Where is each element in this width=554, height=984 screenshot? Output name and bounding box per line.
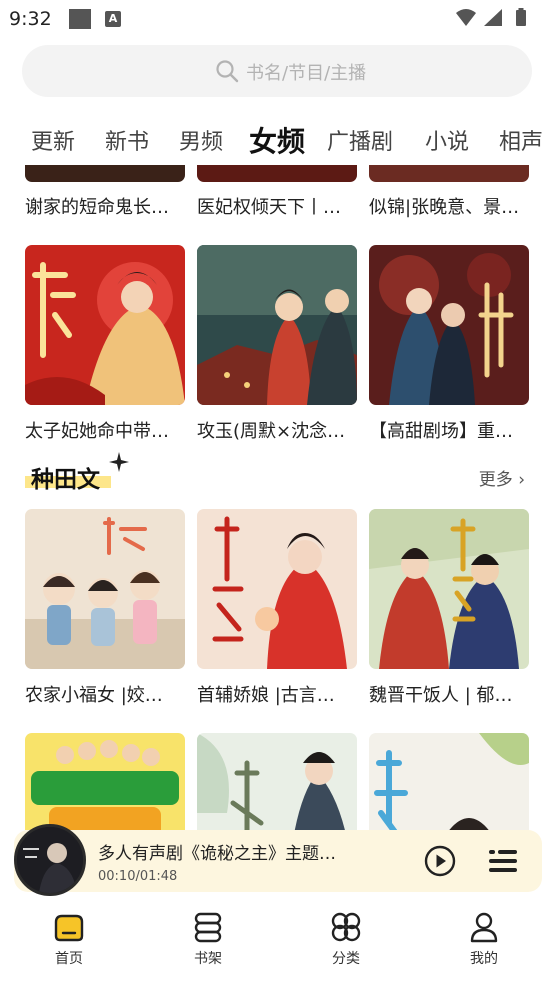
content-feed: 谢家的短命鬼长… 医妃权倾天下丨… 似锦|张晚意、景… 太子妃她命中带… 攻玉(… (0, 165, 554, 830)
book-title: 魏晋干饭人 | 郁… (369, 685, 513, 706)
nav-label: 书架 (194, 951, 222, 967)
tab-crosstalk[interactable]: 相声 (499, 124, 543, 156)
book-title: 首辅娇娘 |古言… (197, 685, 335, 706)
wifi-icon (456, 9, 476, 26)
book-card[interactable] (197, 733, 357, 830)
nav-home[interactable]: 首页 (29, 910, 109, 968)
search-placeholder: 书名/节目/主播 (246, 63, 367, 84)
search-icon (215, 59, 239, 87)
playlist-icon[interactable] (489, 848, 517, 878)
tab-radio-drama[interactable]: 广播剧 (327, 124, 393, 156)
book-card[interactable]: 魏晋干饭人 | 郁… (369, 509, 529, 707)
more-link[interactable]: 更多 › (479, 465, 525, 490)
book-cover[interactable] (369, 509, 529, 669)
notification-icon (69, 9, 91, 29)
section-title: 种田文 (31, 467, 100, 493)
battery-icon (516, 8, 526, 26)
book-card[interactable]: 首辅娇娘 |古言… (197, 509, 357, 707)
book-cover[interactable] (25, 733, 185, 830)
book-cover[interactable] (197, 165, 357, 182)
player-cover-art[interactable] (14, 824, 86, 896)
nav-bookshelf[interactable]: 书架 (168, 910, 248, 968)
nav-label: 我的 (470, 951, 498, 967)
book-card[interactable]: 农家小福女 |姣… (25, 509, 185, 707)
player-time: 00:10/01:48 (98, 869, 178, 884)
search-bar[interactable]: 书名/节目/主播 (22, 45, 532, 97)
book-cover[interactable] (197, 509, 357, 669)
status-time: 9:32 (9, 8, 52, 30)
book-cover[interactable] (197, 733, 357, 830)
status-bar: 9:32 A (0, 0, 554, 36)
nav-label: 首页 (55, 951, 83, 967)
book-card[interactable] (369, 733, 529, 830)
sparkle-icon (109, 452, 129, 476)
book-title[interactable]: 谢家的短命鬼长… (25, 193, 185, 219)
book-title[interactable]: 医妃权倾天下丨… (197, 193, 357, 219)
home-icon (54, 914, 84, 942)
book-title: 攻玉(周默×沈念… (197, 421, 346, 442)
play-button[interactable] (424, 845, 456, 881)
book-card[interactable]: 太子妃她命中带… (25, 245, 185, 443)
nav-label: 分类 (332, 951, 360, 967)
book-cover[interactable] (369, 245, 529, 405)
profile-icon (470, 912, 498, 943)
tab-updates[interactable]: 更新 (31, 124, 75, 156)
book-card[interactable]: 攻玉(周默×沈念… (197, 245, 357, 443)
keyboard-icon: A (105, 11, 121, 27)
book-cover[interactable] (197, 245, 357, 405)
book-title: 农家小福女 |姣… (25, 685, 163, 706)
section-header: 种田文 更多 › (25, 452, 529, 498)
signal-icon (484, 9, 502, 26)
book-title: 太子妃她命中带… (25, 421, 169, 442)
book-cover[interactable] (369, 165, 529, 182)
book-cover[interactable] (25, 165, 185, 182)
nav-category[interactable]: 分类 (306, 910, 386, 968)
book-card[interactable]: 【高甜剧场】重… (369, 245, 529, 443)
player-track-title: 多人有声剧《诡秘之主》主题… (98, 844, 336, 864)
tab-new-books[interactable]: 新书 (105, 124, 149, 156)
status-icons (454, 7, 540, 29)
bottom-nav: 首页 书架 分类 我的 (0, 896, 554, 984)
category-icon (331, 912, 361, 942)
tab-male[interactable]: 男频 (179, 124, 223, 156)
tab-novel[interactable]: 小说 (425, 124, 469, 156)
book-title: 【高甜剧场】重… (369, 421, 513, 442)
tab-female[interactable]: 女频 (249, 120, 305, 160)
book-title[interactable]: 似锦|张晚意、景… (369, 193, 529, 219)
book-cover[interactable] (369, 733, 529, 830)
book-card[interactable] (25, 733, 185, 830)
bookshelf-icon (194, 912, 222, 943)
book-cover[interactable] (25, 509, 185, 669)
nav-profile[interactable]: 我的 (444, 910, 524, 968)
book-cover[interactable] (25, 245, 185, 405)
category-tabs: 更新 新书 男频 女频 广播剧 小说 相声 (0, 118, 554, 164)
